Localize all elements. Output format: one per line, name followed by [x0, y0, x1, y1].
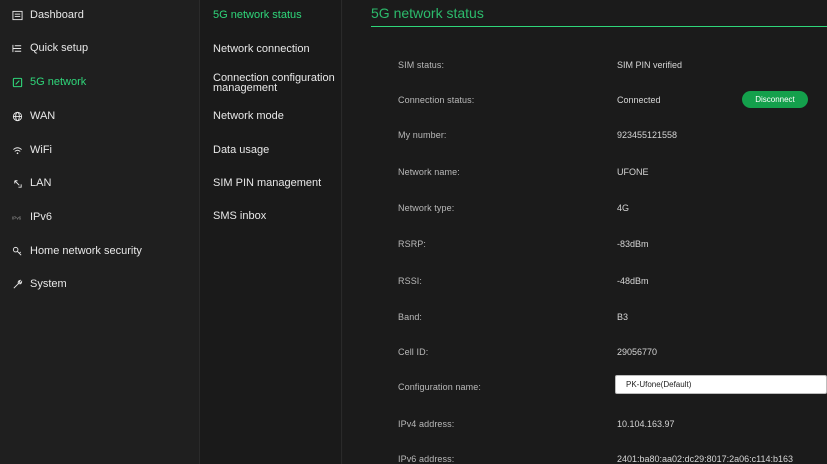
sidebar-item-label: LAN: [30, 177, 52, 189]
row-cell-id: Cell ID: 29056770: [343, 344, 827, 364]
sidebar-item-ipv6[interactable]: IPv6 IPv6: [0, 207, 200, 227]
sidebar-item-5g-network[interactable]: 5G network: [0, 72, 200, 92]
svg-text:IPv6: IPv6: [12, 215, 22, 220]
configuration-name-select[interactable]: PK-Ufone(Default): [615, 375, 827, 394]
sidebar-item-label: WAN: [30, 110, 56, 122]
rsrp-label: RSRP:: [398, 239, 427, 249]
network-type-value: 4G: [617, 203, 630, 213]
submenu-item-5g-network-status[interactable]: 5G network status: [213, 10, 341, 21]
network-type-label: Network type:: [398, 203, 455, 213]
row-rsrp: RSRP: -83dBm: [343, 236, 827, 256]
sidebar-item-label: WiFi: [30, 144, 52, 156]
lan-icon: [11, 177, 24, 190]
cell-id-value: 29056770: [617, 347, 658, 357]
cell-id-label: Cell ID:: [398, 347, 429, 357]
row-my-number: My number: 923455121558: [343, 127, 827, 147]
band-label: Band:: [398, 312, 423, 322]
ipv6-address-label: IPv6 address:: [398, 454, 455, 464]
sidebar-item-label: Home network security: [30, 245, 142, 257]
configuration-name-label: Configuration name:: [398, 382, 481, 392]
row-network-name: Network name: UFONE: [343, 164, 827, 184]
wifi-icon: [11, 144, 24, 157]
sidebar-item-system[interactable]: System: [0, 274, 200, 294]
rssi-label: RSSI:: [398, 276, 423, 286]
submenu: 5G network status Network connection Con…: [200, 0, 342, 464]
dashboard-icon: [11, 9, 24, 22]
sidebar-item-label: 5G network: [30, 76, 87, 88]
submenu-item-network-connection[interactable]: Network connection: [213, 44, 341, 55]
row-sim-status: SIM status: SIM PIN verified: [343, 57, 827, 77]
sidebar-item-label: Dashboard: [30, 9, 84, 21]
key-icon: [11, 245, 24, 258]
sidebar-item-home-network-security[interactable]: Home network security: [0, 241, 200, 261]
quick-setup-icon: [11, 42, 24, 55]
submenu-item-connection-configuration-management[interactable]: Connection configuration management: [213, 73, 341, 94]
sidebar-item-wifi[interactable]: WiFi: [0, 140, 200, 160]
5g-network-icon: [11, 76, 24, 89]
sidebar-item-quick-setup[interactable]: Quick setup: [0, 38, 200, 58]
band-value: B3: [617, 312, 629, 322]
row-ipv4-address: IPv4 address: 10.104.163.97: [343, 416, 827, 436]
network-name-value: UFONE: [617, 167, 649, 177]
submenu-item-sms-inbox[interactable]: SMS inbox: [213, 211, 341, 222]
row-band: Band: B3: [343, 309, 827, 329]
row-network-type: Network type: 4G: [343, 200, 827, 220]
my-number-value: 923455121558: [617, 130, 678, 140]
sim-status-label: SIM status:: [398, 60, 445, 70]
connection-status-label: Connection status:: [398, 95, 475, 105]
ipv6-address-value: 2401:ba80:aa02:dc29:8017:2a06:c114:b163: [617, 454, 793, 464]
disconnect-button[interactable]: Disconnect: [742, 91, 808, 108]
sidebar: Dashboard Quick setup 5G network WAN WiF…: [0, 0, 200, 464]
ipv6-icon: IPv6: [11, 211, 24, 224]
submenu-item-sim-pin-management[interactable]: SIM PIN management: [213, 178, 341, 189]
connection-status-value: Connected: [617, 95, 661, 105]
rssi-value: -48dBm: [617, 276, 649, 286]
row-rssi: RSSI: -48dBm: [343, 273, 827, 293]
ipv4-address-label: IPv4 address:: [398, 419, 455, 429]
sidebar-item-label: System: [30, 278, 67, 290]
row-ipv6-address: IPv6 address: 2401:ba80:aa02:dc29:8017:2…: [343, 451, 827, 464]
page-title: 5G network status: [371, 5, 484, 21]
main-panel: 5G network status SIM status: SIM PIN ve…: [343, 0, 827, 464]
globe-icon: [11, 110, 24, 123]
wrench-icon: [11, 278, 24, 291]
ipv4-address-value: 10.104.163.97: [617, 419, 675, 429]
sidebar-item-lan[interactable]: LAN: [0, 173, 200, 193]
sidebar-item-dashboard[interactable]: Dashboard: [0, 5, 200, 25]
network-name-label: Network name:: [398, 167, 460, 177]
sim-status-value: SIM PIN verified: [617, 60, 683, 70]
submenu-item-data-usage[interactable]: Data usage: [213, 145, 341, 156]
submenu-item-network-mode[interactable]: Network mode: [213, 111, 341, 122]
title-divider: [371, 26, 827, 27]
sidebar-item-label: Quick setup: [30, 42, 89, 54]
my-number-label: My number:: [398, 130, 447, 140]
sidebar-item-wan[interactable]: WAN: [0, 106, 200, 126]
rsrp-value: -83dBm: [617, 239, 649, 249]
sidebar-item-label: IPv6: [30, 211, 53, 223]
